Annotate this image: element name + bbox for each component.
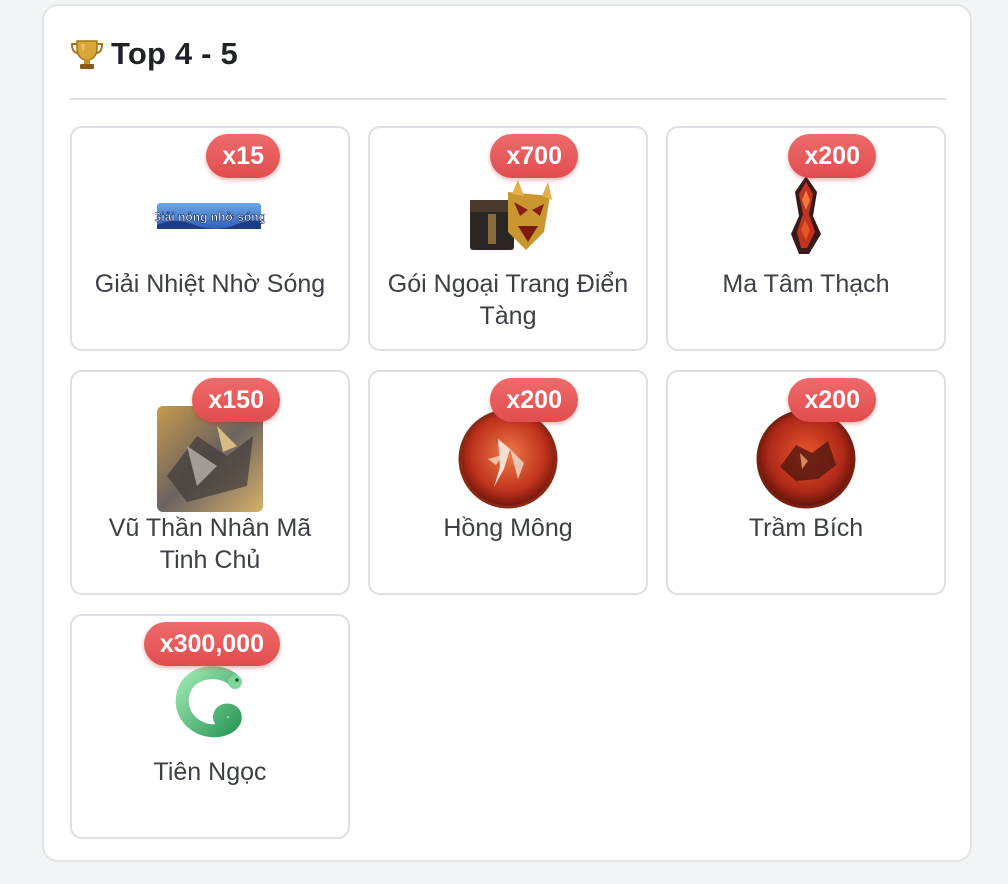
reward-name: Ma Tâm Thạch (722, 270, 890, 298)
reward-card[interactable]: x700 Gói Ngoại Trang Điển Tàng (368, 126, 648, 351)
rewards-panel: Top 4 - 5 Giải nóng nhờ sóng x15 Giải Nh… (42, 4, 972, 862)
reward-name: Tiên Ngọc (153, 758, 267, 786)
reward-grid: Giải nóng nhờ sóng x15 Giải Nhiệt Nhờ Só… (70, 126, 946, 839)
reward-card[interactable]: x200 Trầm Bích (666, 370, 946, 595)
reward-card[interactable]: x300,000 Tiên Ngọc (70, 614, 350, 839)
reward-card[interactable]: x200 Hồng Mông (368, 370, 648, 595)
reward-name: Giải Nhiệt Nhờ Sóng (94, 270, 326, 298)
jade-dragon-icon (155, 658, 265, 748)
quantity-badge: x150 (192, 378, 280, 422)
red-orb-beast-icon (751, 409, 861, 509)
costume-chest-icon (453, 170, 563, 260)
quantity-badge: x200 (788, 134, 876, 178)
quantity-badge: x200 (788, 378, 876, 422)
reward-card[interactable]: x200 Ma Tâm Thạch (666, 126, 946, 351)
quantity-badge: x700 (490, 134, 578, 178)
quantity-badge: x15 (206, 134, 280, 178)
trophy-icon (70, 37, 104, 71)
quantity-badge: x200 (490, 378, 578, 422)
reward-name: Gói Ngoại Trang Điển Tàng (387, 270, 629, 330)
reward-name: Hồng Mông (443, 514, 573, 542)
header-divider (70, 98, 946, 100)
centaur-warrior-icon (155, 406, 265, 512)
quantity-badge: x300,000 (143, 622, 280, 666)
banner-icon: Giải nóng nhờ sóng (155, 170, 265, 260)
reward-name: Trầm Bích (748, 514, 864, 542)
demon-stone-icon (751, 170, 861, 260)
red-orb-warrior-icon (453, 409, 563, 509)
section-header: Top 4 - 5 (70, 36, 238, 72)
reward-card[interactable]: x150 Vũ Thần Nhân Mã Tinh Chủ (70, 370, 350, 595)
reward-card[interactable]: Giải nóng nhờ sóng x15 Giải Nhiệt Nhờ Só… (70, 126, 350, 351)
banner-text: Giải nóng nhờ sóng (155, 210, 265, 224)
section-title: Top 4 - 5 (111, 36, 238, 71)
reward-name: Vũ Thần Nhân Mã Tinh Chủ (108, 514, 312, 574)
